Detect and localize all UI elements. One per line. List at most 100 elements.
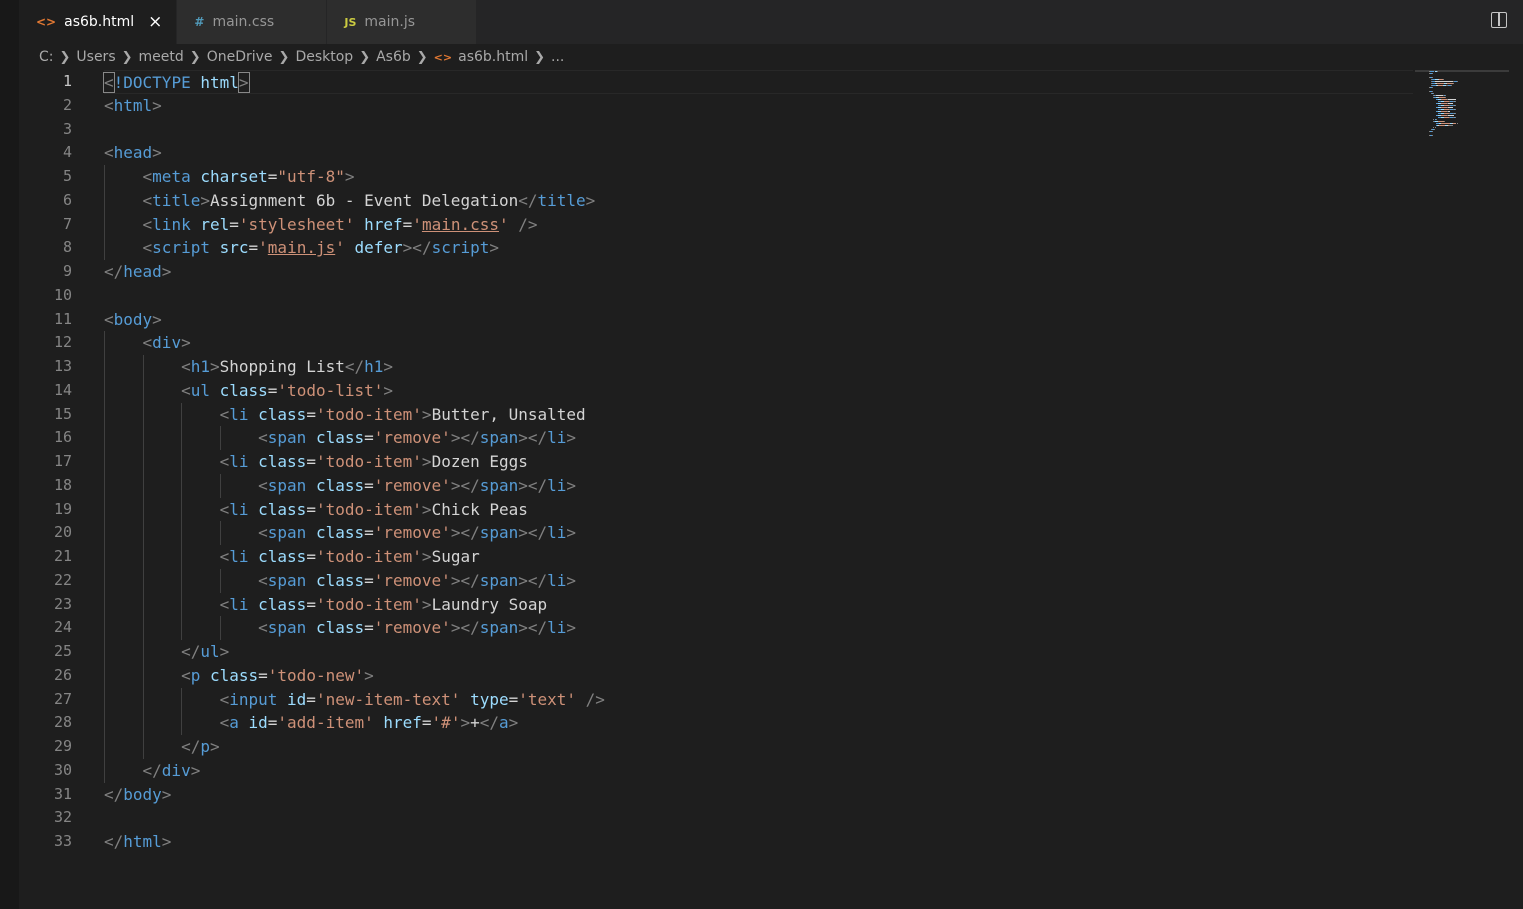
code-token-attr: class [258, 499, 307, 519]
code-line[interactable]: <body> [104, 308, 1413, 332]
code-token-tag: li [547, 618, 567, 638]
code-line[interactable]: <div> [104, 331, 1413, 355]
code-line[interactable]: <script src='main.js' defer></script> [104, 236, 1413, 260]
code-line[interactable]: <li class='todo-item'>Sugar [104, 545, 1413, 569]
line-number: 4 [62, 143, 72, 162]
tab-as6b-html[interactable]: <> as6b.html × [19, 0, 178, 44]
code-line[interactable]: <p class='todo-new'> [104, 663, 1413, 688]
breadcrumb-item[interactable]: meetd [139, 49, 184, 65]
breadcrumb-item[interactable]: C: [39, 49, 54, 65]
line-number: 16 [53, 428, 72, 447]
code-token-punc: < [104, 143, 114, 163]
line-number: 10 [53, 285, 72, 304]
code-line[interactable] [104, 284, 1413, 308]
split-editor-icon[interactable] [1491, 12, 1507, 28]
breadcrumb-item[interactable]: ... [551, 49, 564, 65]
code-line[interactable] [104, 118, 1413, 142]
breadcrumb-item[interactable]: As6b [376, 49, 411, 65]
indent-guide [104, 331, 105, 355]
code-line[interactable]: <li class='todo-item'>Laundry Soap [104, 592, 1413, 617]
indent-guide [142, 592, 144, 617]
breadcrumb-item[interactable]: as6b.html [458, 49, 528, 65]
breadcrumb-item[interactable]: Desktop [295, 49, 353, 65]
code-area[interactable]: <!DOCTYPE html> <html> <head> <meta charse… [103, 70, 1413, 854]
code-line[interactable]: </html> [104, 830, 1413, 854]
minimap-line [1456, 123, 1458, 124]
code-line[interactable]: </head> [104, 260, 1413, 284]
code-line[interactable]: <ul class='todo-list'> [104, 378, 1413, 403]
code-token-str: 'todo-item' [315, 404, 422, 424]
code-line[interactable]: <link rel='stylesheet' href='main.css' /… [104, 212, 1413, 237]
code-line[interactable]: <html> [104, 94, 1413, 118]
code-line[interactable]: <span class='remove'></span></li> [104, 568, 1413, 593]
code-line[interactable]: <head> [104, 141, 1413, 165]
code-token-tag: span [479, 428, 519, 448]
code-token-str: 'todo-item' [315, 499, 422, 519]
minimap-line [1433, 129, 1435, 130]
code-token-link: main.css [421, 214, 499, 234]
code-token-attr: type [470, 689, 509, 709]
breadcrumb-item[interactable]: Users [76, 49, 115, 65]
indent-guide [142, 355, 144, 379]
code-token-punc: < [142, 333, 153, 353]
code-token-punc: > [421, 452, 432, 471]
code-line[interactable]: </ul> [104, 640, 1413, 664]
code-token-punc: < [258, 475, 268, 495]
code-token-punc: > [421, 499, 432, 519]
code-line[interactable]: <meta charset="utf-8"> [104, 165, 1413, 189]
code-token-text: + [470, 713, 480, 733]
code-line[interactable]: <span class='remove'></span></li> [104, 521, 1413, 545]
minimap-line [1435, 127, 1436, 128]
code-token-tag: input [229, 689, 288, 709]
minimap[interactable] [1415, 70, 1509, 142]
code-token-tag: span [479, 570, 519, 590]
code-token-punc: > [200, 190, 210, 210]
code-token-attr: defer [354, 238, 403, 258]
code-token-tag: span [267, 570, 316, 590]
breadcrumb-item[interactable]: OneDrive [207, 49, 273, 65]
code-line[interactable]: </p> [104, 735, 1413, 759]
minimap-line [1432, 87, 1433, 88]
code-token-punc: < [104, 95, 114, 115]
indent-guide [181, 616, 183, 640]
code-line[interactable]: <li class='todo-item'>Chick Peas [104, 497, 1413, 522]
code-token-str: 'todo-new' [267, 665, 365, 685]
code-line[interactable]: <h1>Shopping List</h1> [104, 355, 1413, 379]
code-line[interactable]: <title>Assignment 6b - Event Delegation<… [104, 188, 1413, 213]
code-token-tag: body [113, 309, 153, 329]
chevron-right-icon: ❯ [278, 49, 290, 65]
indent-guide [142, 473, 144, 498]
close-icon[interactable]: × [148, 12, 162, 32]
code-line[interactable]: </div> [104, 758, 1413, 783]
code-line[interactable]: <span class='remove'></span></li> [104, 426, 1413, 450]
indent-guide [181, 497, 183, 522]
breadcrumb: C: ❯ Users ❯ meetd ❯ OneDrive ❯ Desktop … [19, 44, 1523, 70]
code-token-text: = [508, 689, 519, 709]
tab-main-js[interactable]: JS main.js [327, 0, 478, 44]
code-token-text: = [306, 547, 316, 566]
tab-main-css[interactable]: # main.css [177, 0, 328, 44]
code-token-punc: > [460, 713, 471, 733]
code-line[interactable] [104, 806, 1413, 830]
minimap-line [1455, 101, 1456, 102]
code-line[interactable]: <!DOCTYPE html> [103, 70, 1413, 94]
indent-guide [104, 758, 105, 783]
minimap-line [1431, 73, 1433, 74]
code-line[interactable]: <span class='remove'></span></li> [104, 473, 1413, 498]
indent-guide [181, 426, 183, 450]
code-token-attr: class [258, 452, 307, 471]
code-line[interactable]: </body> [104, 783, 1413, 807]
code-line[interactable]: <input id='new-item-text' type='text' /> [104, 687, 1413, 712]
code-line[interactable]: <li class='todo-item'>Dozen Eggs [104, 450, 1413, 474]
code-token-punc: < [219, 499, 230, 519]
code-editor[interactable]: 1 2 3 4 5 6 7 8 9 10 11 12 13 14 15 16 17 18 19 20 21 22 23 24 2… [19, 70, 1523, 909]
code-line[interactable]: <li class='todo-item'>Butter, Unsalted [104, 402, 1413, 427]
indent-guide [142, 568, 144, 593]
code-line[interactable]: <span class='remove'></span></li> [104, 616, 1413, 640]
code-line[interactable]: <a id='add-item' href='#'>+</a> [104, 711, 1413, 735]
code-token-tag: ul [200, 642, 220, 661]
minimap-line [1452, 125, 1453, 126]
